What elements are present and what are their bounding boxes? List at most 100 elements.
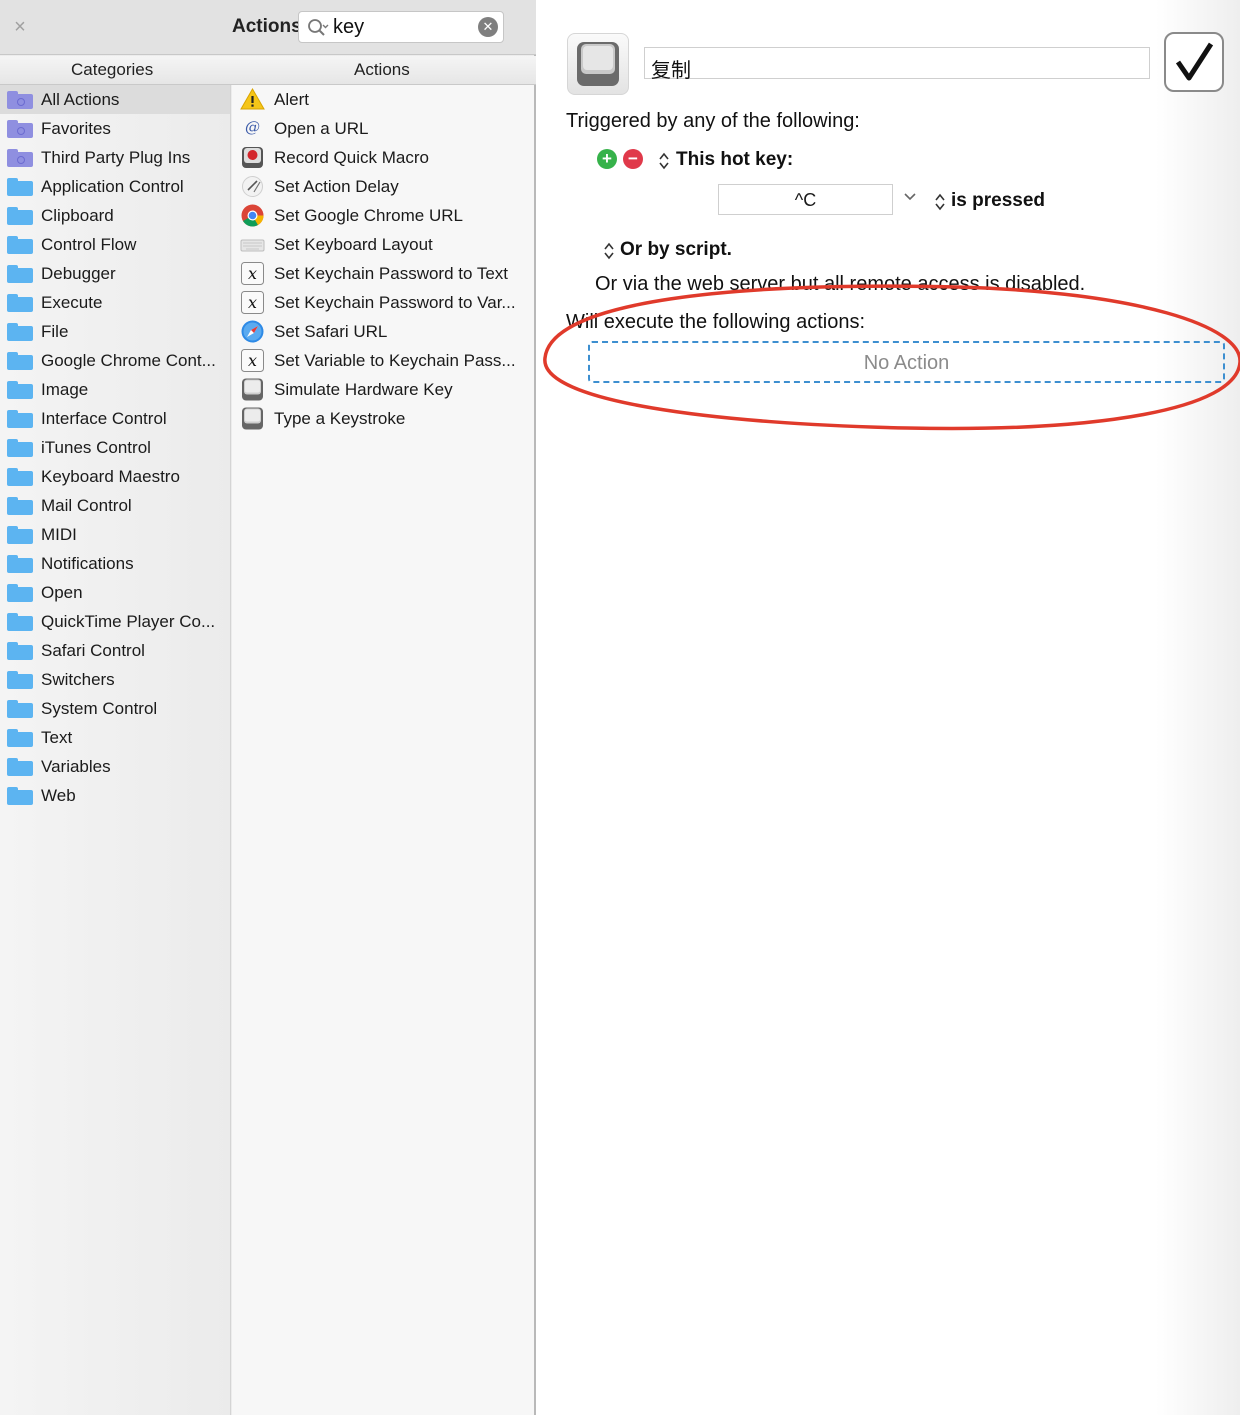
search-icon[interactable]: [307, 17, 329, 39]
folder-icon: [7, 467, 33, 486]
category-item[interactable]: Execute: [0, 288, 230, 317]
category-label: Third Party Plug Ins: [41, 147, 191, 167]
smart-folder-icon: [7, 148, 33, 167]
search-field[interactable]: ✕: [298, 11, 504, 43]
category-label: MIDI: [41, 524, 77, 544]
category-item[interactable]: Control Flow: [0, 230, 230, 259]
action-item[interactable]: Set Google Chrome URL: [232, 201, 534, 230]
action-item[interactable]: Set Safari URL: [232, 317, 534, 346]
category-item[interactable]: QuickTime Player Co...: [0, 607, 230, 636]
category-item[interactable]: Application Control: [0, 172, 230, 201]
at-sign-icon: @: [240, 116, 265, 141]
folder-icon: [7, 235, 33, 254]
category-item[interactable]: Third Party Plug Ins: [0, 143, 230, 172]
action-item[interactable]: Set Keyboard Layout: [232, 230, 534, 259]
action-label: Set Google Chrome URL: [274, 205, 463, 225]
keyboard-icon: [240, 232, 265, 257]
category-item[interactable]: Mail Control: [0, 491, 230, 520]
category-item[interactable]: Web: [0, 781, 230, 810]
category-item[interactable]: Variables: [0, 752, 230, 781]
keycap-icon: [240, 406, 265, 431]
category-label: Execute: [41, 292, 103, 312]
record-icon: [240, 145, 265, 170]
category-label: Open: [41, 582, 83, 602]
category-item[interactable]: Interface Control: [0, 404, 230, 433]
action-label: Set Keychain Password to Var...: [274, 292, 516, 312]
macro-keycap-icon[interactable]: [567, 33, 629, 95]
macro-enabled-checkbox[interactable]: [1164, 32, 1224, 92]
category-item[interactable]: Debugger: [0, 259, 230, 288]
add-trigger-icon[interactable]: +: [597, 149, 617, 169]
folder-icon: [7, 670, 33, 689]
trigger-type-updown-icon[interactable]: [658, 151, 670, 171]
keycap-icon: [240, 377, 265, 402]
category-item[interactable]: Image: [0, 375, 230, 404]
folder-icon: [7, 380, 33, 399]
action-item[interactable]: x Set Variable to Keychain Pass...: [232, 346, 534, 375]
action-item[interactable]: Type a Keystroke: [232, 404, 534, 433]
category-label: Web: [41, 785, 76, 805]
folder-icon: [7, 293, 33, 312]
script-trigger-label[interactable]: Or by script.: [620, 239, 732, 261]
category-label: Google Chrome Cont...: [41, 350, 216, 370]
category-label: Favorites: [41, 118, 111, 138]
hotkey-trigger-label: This hot key:: [676, 149, 794, 170]
macro-name-field[interactable]: 复制: [644, 47, 1150, 82]
folder-icon: [7, 409, 33, 428]
action-label: Simulate Hardware Key: [274, 379, 453, 399]
web-server-note: Or via the web server but all remote acc…: [595, 273, 1086, 295]
folder-icon: [7, 525, 33, 544]
script-trigger-updown-icon[interactable]: [603, 241, 615, 261]
folder-icon: [7, 177, 33, 196]
actions-header[interactable]: Actions: [354, 60, 410, 80]
category-label: QuickTime Player Co...: [41, 611, 216, 631]
action-drop-zone[interactable]: No Action: [588, 341, 1225, 383]
category-label: All Actions: [41, 89, 120, 109]
actions-list: Alert @ Open a URL Record Quick Macro Set Ac…: [232, 85, 534, 1415]
action-item[interactable]: x Set Keychain Password to Text: [232, 259, 534, 288]
category-item[interactable]: Open: [0, 578, 230, 607]
category-item[interactable]: Keyboard Maestro: [0, 462, 230, 491]
pressed-mode-updown-icon[interactable]: [934, 192, 946, 212]
checkmark-icon: [1175, 42, 1214, 81]
category-label: Keyboard Maestro: [41, 466, 180, 486]
category-item[interactable]: iTunes Control: [0, 433, 230, 462]
category-label: iTunes Control: [41, 437, 151, 457]
pressed-mode-label[interactable]: is pressed: [951, 190, 1045, 212]
category-item[interactable]: Notifications: [0, 549, 230, 578]
smart-folder-icon: [7, 90, 33, 109]
category-item[interactable]: Text: [0, 723, 230, 752]
category-label: File: [41, 321, 69, 341]
smart-folder-icon: [7, 119, 33, 138]
variable-icon: x: [240, 290, 265, 315]
action-item[interactable]: Simulate Hardware Key: [232, 375, 534, 404]
action-item[interactable]: Alert: [232, 85, 534, 114]
category-item[interactable]: Safari Control: [0, 636, 230, 665]
category-item[interactable]: MIDI: [0, 520, 230, 549]
remove-trigger-icon[interactable]: −: [623, 149, 643, 169]
category-item[interactable]: Google Chrome Cont...: [0, 346, 230, 375]
folder-icon: [7, 206, 33, 225]
category-item[interactable]: Favorites: [0, 114, 230, 143]
chevron-down-icon[interactable]: [903, 190, 917, 204]
category-item[interactable]: File: [0, 317, 230, 346]
action-item[interactable]: Record Quick Macro: [232, 143, 534, 172]
category-label: Mail Control: [41, 495, 132, 515]
category-item[interactable]: System Control: [0, 694, 230, 723]
action-item[interactable]: Set Action Delay: [232, 172, 534, 201]
category-item[interactable]: Switchers: [0, 665, 230, 694]
action-item[interactable]: @ Open a URL: [232, 114, 534, 143]
category-item[interactable]: All Actions: [0, 85, 230, 114]
search-input[interactable]: [333, 15, 473, 39]
hotkey-field[interactable]: ^C: [718, 184, 893, 215]
palette-titlebar: × Actions ✕: [0, 0, 536, 55]
action-item[interactable]: x Set Keychain Password to Var...: [232, 288, 534, 317]
clear-search-icon[interactable]: ✕: [478, 17, 498, 37]
keycap-icon: [577, 42, 619, 86]
folder-icon: [7, 641, 33, 660]
close-icon[interactable]: ×: [10, 17, 30, 37]
category-item[interactable]: Clipboard: [0, 201, 230, 230]
category-label: Control Flow: [41, 234, 137, 254]
variable-icon: x: [240, 261, 265, 286]
categories-header[interactable]: Categories: [71, 60, 153, 80]
